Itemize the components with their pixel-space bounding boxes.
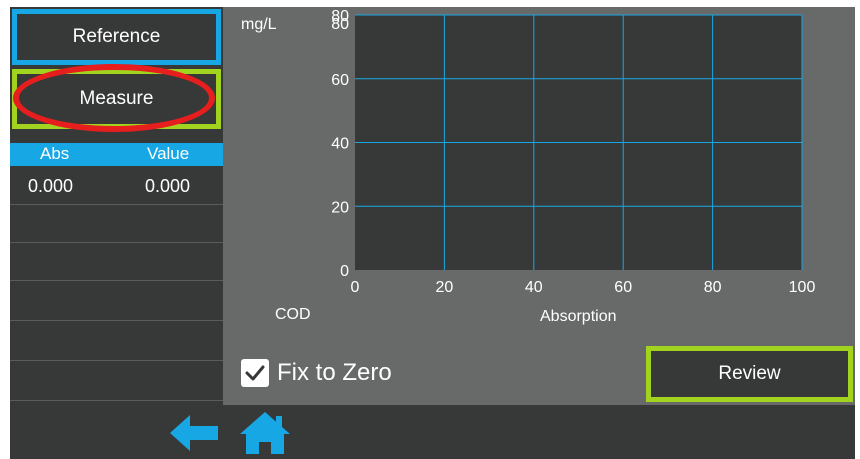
- unit-label: mg/L: [241, 16, 277, 33]
- x-tick-label: 0: [351, 279, 360, 296]
- y-tick-label: 80: [331, 16, 349, 33]
- y-tick-label: 20: [331, 199, 349, 216]
- abs-cell: 0.000: [28, 176, 74, 196]
- x-tick-label: 60: [614, 279, 632, 296]
- abs-column-header: Abs: [40, 144, 70, 163]
- x-axis-title: Absorption: [540, 308, 617, 325]
- value-column-header: Value: [147, 144, 190, 163]
- reference-button[interactable]: Reference: [12, 9, 221, 65]
- table-row: [10, 205, 223, 243]
- x-tick-label: 40: [525, 279, 543, 296]
- x-tick-label: 100: [789, 279, 816, 296]
- measure-button[interactable]: Measure: [12, 69, 221, 129]
- y-axis-title: COD: [275, 306, 311, 323]
- review-button-label: Review: [718, 363, 781, 384]
- review-button[interactable]: Review: [646, 346, 853, 402]
- y-tick-label: 60: [331, 72, 349, 89]
- table-row: [10, 323, 223, 361]
- measure-button-label: Measure: [79, 88, 154, 109]
- fix-to-zero-label: Fix to Zero: [277, 359, 392, 386]
- y-tick-label: 40: [331, 136, 349, 153]
- value-cell: 0.000: [145, 176, 191, 196]
- table-row: 0.000 0.000: [10, 167, 223, 205]
- arrow-left-icon[interactable]: [168, 413, 220, 453]
- table-row: [10, 363, 223, 401]
- y-tick-label: 0: [340, 263, 349, 280]
- fix-to-zero-toggle[interactable]: Fix to Zero: [241, 357, 392, 389]
- table-row: [10, 243, 223, 281]
- x-tick-label: 80: [704, 279, 722, 296]
- results-table-header: Abs Value: [10, 143, 223, 166]
- x-tick-label: 20: [436, 279, 454, 296]
- checkmark-icon: [245, 365, 265, 381]
- reference-button-label: Reference: [72, 26, 161, 47]
- fix-to-zero-checkbox[interactable]: [241, 359, 269, 387]
- table-row: [10, 283, 223, 321]
- left-panel: Reference Measure Abs Value 0.000 0.000: [10, 7, 223, 405]
- home-icon[interactable]: [238, 410, 292, 456]
- instrument-screen: Reference Measure Abs Value 0.000 0.000: [10, 7, 855, 459]
- bottom-nav-bar: [10, 405, 855, 459]
